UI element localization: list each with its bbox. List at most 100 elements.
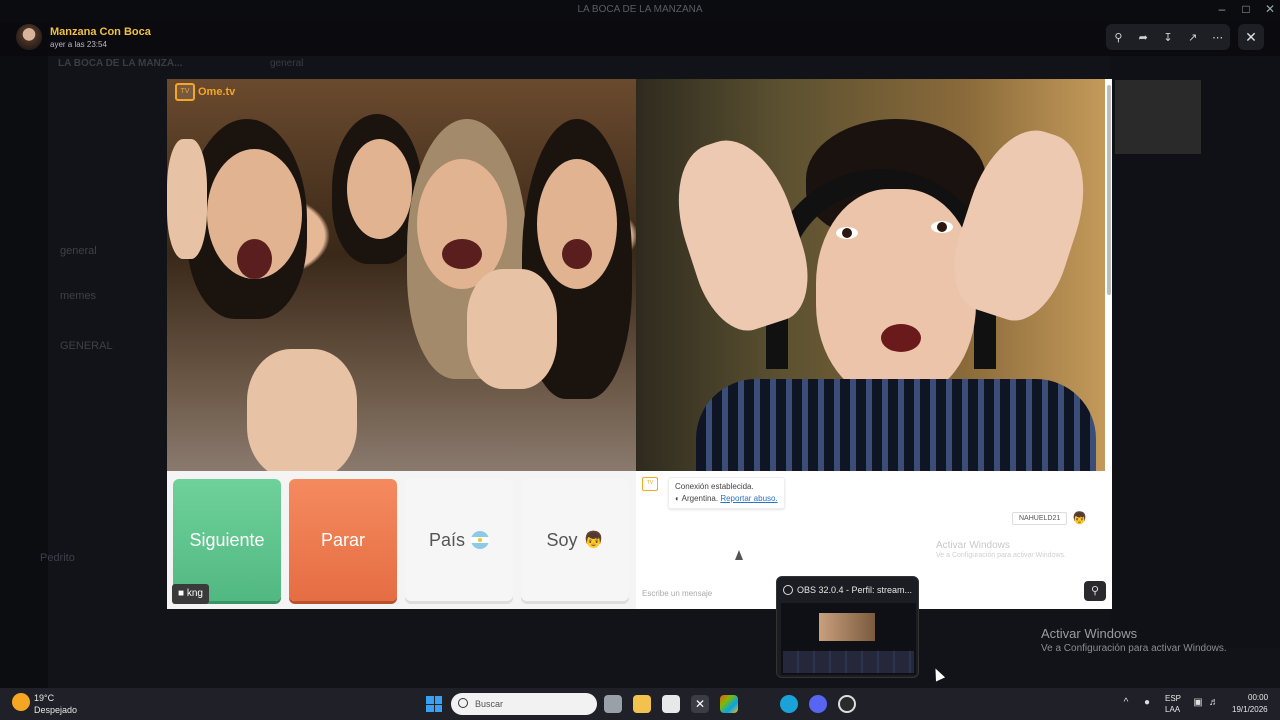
person-mouth	[562, 239, 592, 269]
person-hand	[467, 269, 557, 389]
ometv-screenshot: TV Ome.tv Siguiente Parar País Soy 👦 ■ kn…	[167, 79, 1112, 609]
task-view-icon[interactable]	[604, 695, 622, 713]
person-face	[816, 189, 976, 399]
channel-header: general	[270, 58, 304, 69]
open-external-icon[interactable]: ↗	[1184, 28, 1202, 46]
ometv-logo: TV Ome.tv	[175, 83, 235, 101]
image-viewer-bar	[0, 22, 1280, 56]
person-mouth	[881, 324, 921, 352]
obs-thumbnail	[781, 603, 916, 675]
obs-taskbar-icon[interactable]	[838, 695, 856, 713]
channel-list	[48, 48, 168, 688]
language-code[interactable]: ESP	[1165, 694, 1181, 703]
gender-label: Soy	[546, 529, 578, 550]
boy-emoji-icon: 👦	[1072, 511, 1087, 525]
obs-taskbar-preview[interactable]: OBS 32.0.4 - Perfil: stream...	[776, 576, 919, 678]
window-titlebar: LA BOCA DE LA MANZANA	[0, 0, 1280, 22]
system-message: Conexión establecida. ◐ Argentina. Repor…	[668, 477, 785, 509]
forward-icon[interactable]: ➦	[1134, 28, 1152, 46]
obs-icon	[783, 585, 793, 595]
zoom-icon[interactable]: ⚲	[1109, 28, 1127, 46]
mouse-cursor-icon	[735, 550, 743, 560]
message-input[interactable]: Escribe un mensaje	[642, 589, 712, 598]
minimize-icon[interactable]: –	[1210, 2, 1234, 16]
channel-item[interactable]: GENERAL	[60, 340, 113, 352]
maximize-icon[interactable]: □	[1234, 2, 1258, 16]
boy-emoji-icon: 👦	[583, 532, 604, 549]
copilot-icon[interactable]	[720, 695, 738, 713]
microphone-icon[interactable]: ●	[1141, 697, 1153, 709]
gender-button[interactable]: Soy 👦	[521, 479, 629, 601]
tv-icon: TV	[175, 83, 195, 101]
file-explorer-icon[interactable]	[633, 695, 651, 713]
connection-status: Conexión establecida.	[675, 482, 754, 491]
close-viewer-button[interactable]: ✕	[1238, 24, 1264, 50]
person-mouth	[442, 239, 482, 269]
obs-mixer-preview	[783, 651, 914, 673]
country-label: País	[428, 529, 466, 550]
chevron-up-icon[interactable]: ^	[1120, 697, 1132, 709]
volume-icon[interactable]: ♬	[1208, 697, 1220, 709]
member-thumbnail	[1115, 80, 1201, 154]
person-hand	[167, 139, 207, 259]
country-text: Argentina.	[681, 494, 719, 503]
obs-title: OBS 32.0.4 - Perfil: stream...	[797, 585, 913, 595]
more-icon[interactable]: ⋯	[1209, 28, 1227, 46]
xbox-icon[interactable]: ✕	[691, 695, 709, 713]
weather-icon[interactable]	[12, 693, 30, 711]
next-label: Siguiente	[189, 529, 265, 550]
self-video	[636, 79, 1105, 471]
country-button[interactable]: País	[405, 479, 513, 601]
store-icon[interactable]	[662, 695, 680, 713]
activate-windows-subtitle: Ve a Configuración para activar Windows.	[1041, 643, 1227, 654]
channel-item[interactable]: memes	[60, 290, 96, 302]
channel-item[interactable]: general	[60, 245, 97, 257]
search-placeholder[interactable]: Buscar	[475, 699, 503, 709]
obs-scene-preview	[819, 613, 875, 641]
channel-item[interactable]: Pedrito	[40, 552, 75, 564]
person-eye	[836, 227, 858, 239]
next-button[interactable]: Siguiente	[173, 479, 281, 601]
server-sidebar	[0, 22, 48, 688]
close-window-icon[interactable]: ✕	[1258, 2, 1280, 16]
logo-text: Ome.tv	[198, 86, 236, 98]
activate-watermark-subtitle: Ve a Configuración para activar Windows.	[936, 552, 1066, 559]
activate-windows-title: Activar Windows	[1041, 626, 1138, 641]
argentina-flag-icon	[471, 531, 490, 549]
activate-watermark-title: Activar Windows	[936, 540, 1010, 551]
user-tag: NAHUELD21	[1012, 512, 1068, 525]
stop-button[interactable]: Parar	[289, 479, 397, 601]
person-hand	[247, 349, 357, 471]
kng-label: kng	[186, 588, 203, 599]
windows-start-icon[interactable]	[426, 696, 442, 712]
person-mouth	[237, 239, 272, 279]
message-timestamp: ayer a las 23:54	[50, 40, 107, 49]
viewer-toolbar: ⚲ ➦ ↧ ↗ ⋯	[1106, 24, 1230, 50]
search-icon	[458, 698, 468, 708]
avatar[interactable]	[16, 24, 42, 50]
weather-temp[interactable]: 19°C	[34, 693, 54, 703]
network-icon[interactable]: ▣	[1192, 697, 1204, 709]
server-name: LA BOCA DE LA MANZA...	[58, 58, 183, 69]
clock-time[interactable]: 00:00	[1248, 693, 1268, 702]
clock-date[interactable]: 19/1/2026	[1232, 705, 1268, 714]
person-shirt	[696, 379, 1096, 471]
weather-desc[interactable]: Despejado	[34, 705, 77, 715]
download-icon[interactable]: ↧	[1159, 28, 1177, 46]
scrollbar[interactable]	[1107, 85, 1111, 295]
controls-panel: Siguiente Parar País Soy 👦	[167, 471, 636, 609]
report-abuse-link[interactable]: Reportar abuso.	[720, 494, 777, 503]
taskbar-search[interactable]	[451, 693, 597, 715]
discord-icon[interactable]	[809, 695, 827, 713]
argentina-flag-icon: ◐	[675, 494, 680, 503]
zoom-in-icon[interactable]: ⚲	[1084, 581, 1106, 601]
edge-icon[interactable]	[780, 695, 798, 713]
person-hand	[659, 126, 823, 342]
person-face	[347, 139, 412, 239]
keyboard-layout[interactable]: LAA	[1165, 705, 1180, 714]
ometv-small-logo-icon: TV	[642, 477, 658, 491]
kng-badge: ■ kng	[172, 584, 209, 604]
person-face	[537, 159, 617, 289]
person-eye	[931, 221, 953, 233]
author-name[interactable]: Manzana Con Boca	[50, 26, 151, 38]
